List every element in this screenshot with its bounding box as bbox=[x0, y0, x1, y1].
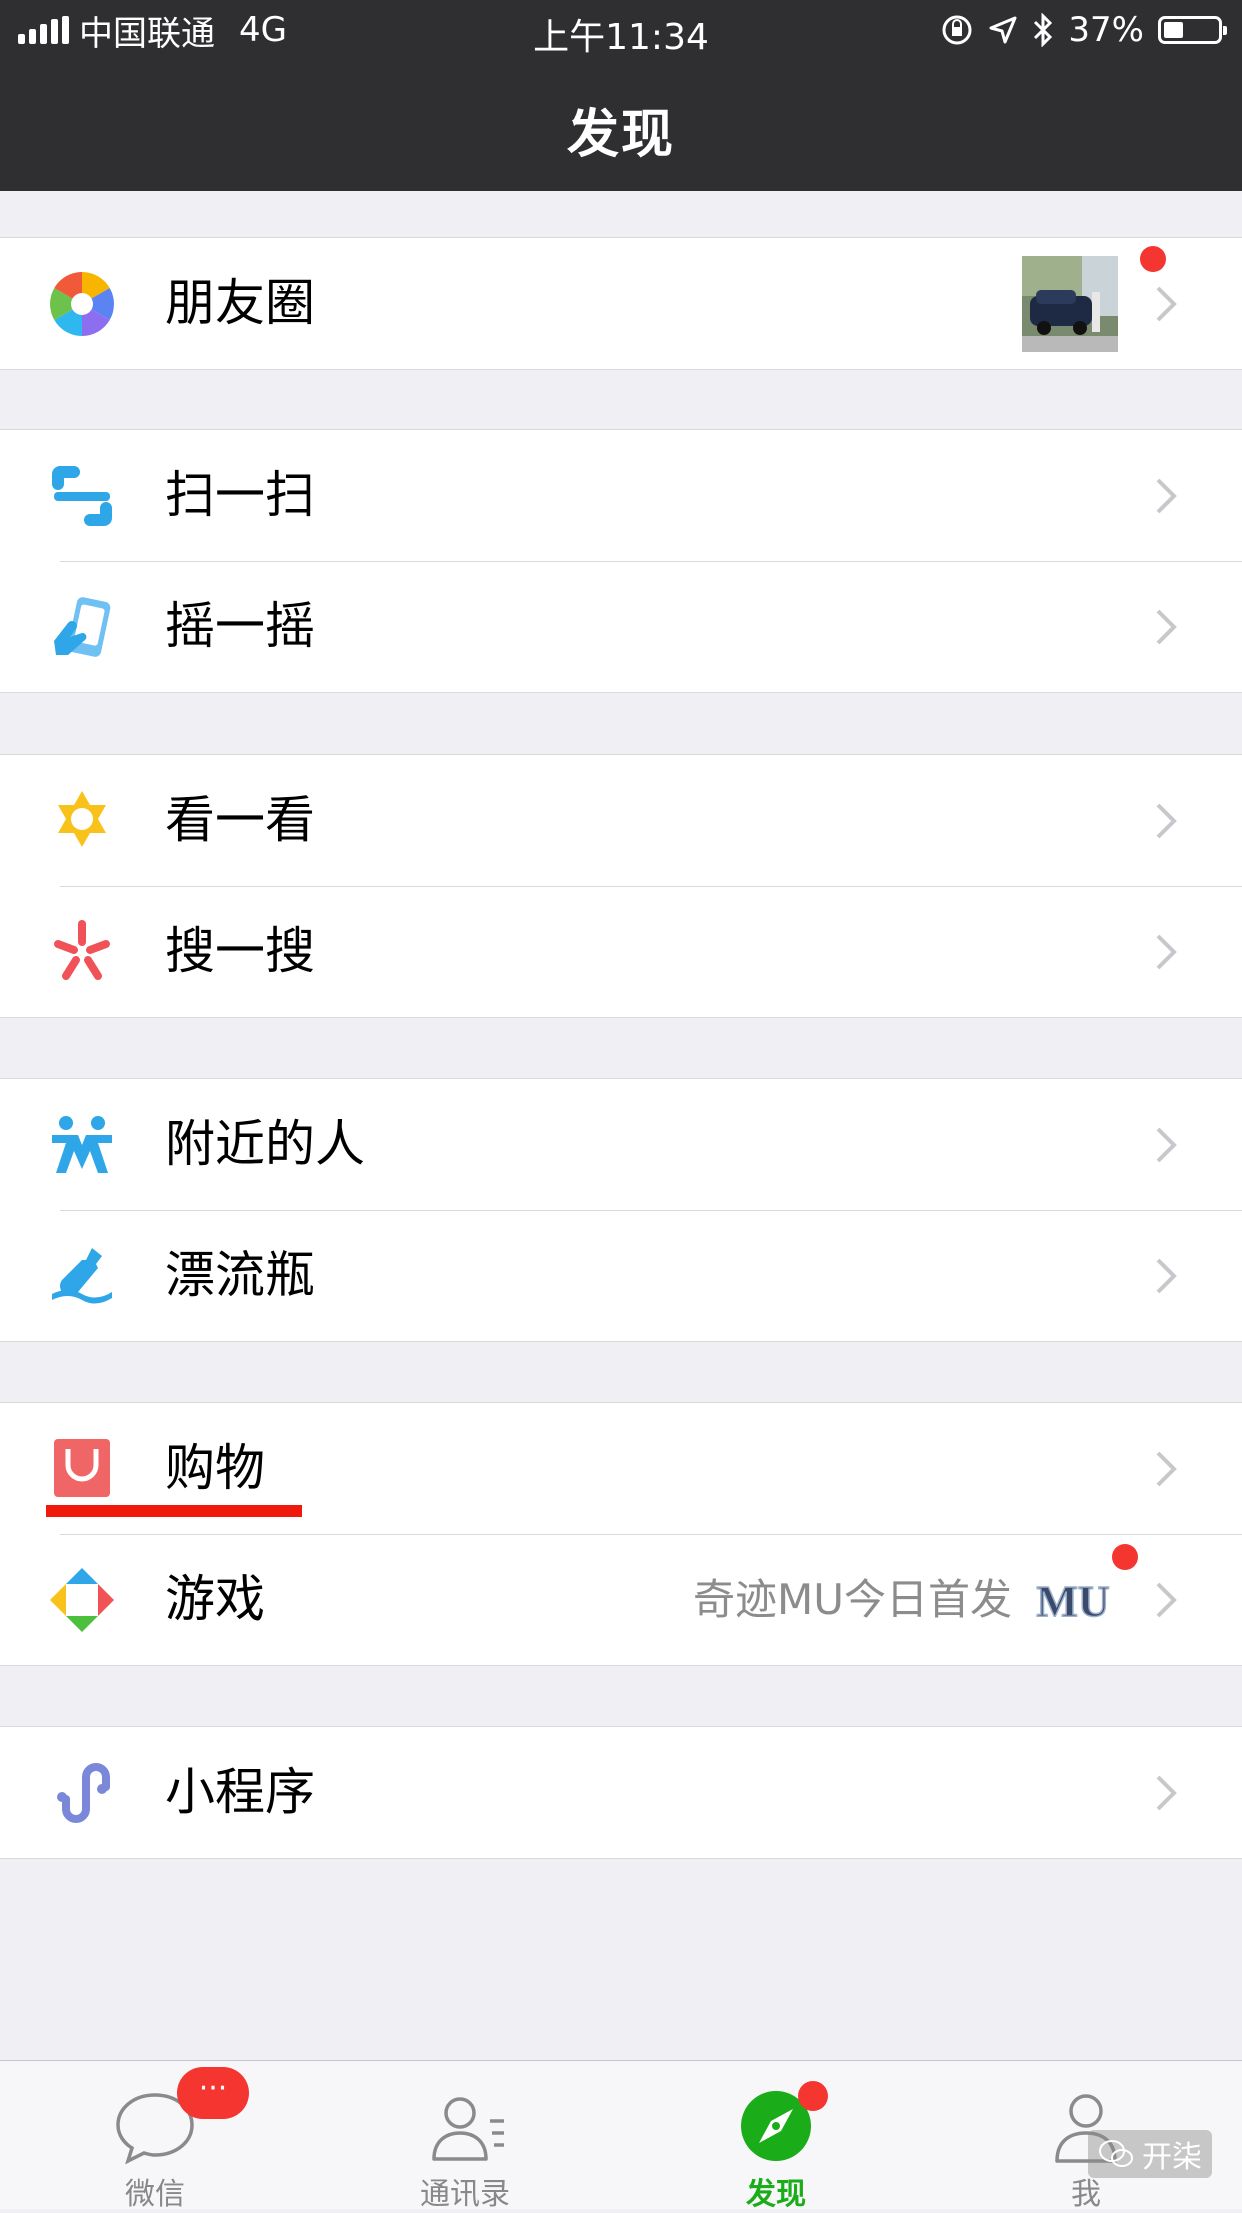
people-nearby-icon bbox=[52, 1116, 112, 1173]
tab-contacts[interactable]: 通讯录 bbox=[365, 2061, 565, 2212]
group-moments: 朋友圈 bbox=[0, 237, 1242, 370]
menu-item-label: 摇一摇 bbox=[165, 597, 315, 655]
mu-game-logo: MU bbox=[1030, 1572, 1116, 1628]
menu-item-search[interactable]: 搜一搜 bbox=[0, 886, 1242, 1017]
tab-chats[interactable]: 微信 ··· bbox=[55, 2061, 255, 2212]
menu-item-games[interactable]: 游戏 奇迹MU今日首发 MU bbox=[0, 1534, 1242, 1665]
location-arrow-icon bbox=[989, 16, 1017, 44]
menu-item-scan[interactable]: 扫一扫 bbox=[0, 430, 1242, 561]
shopping-highlight-underline bbox=[46, 1505, 302, 1517]
menu-item-label: 朋友圈 bbox=[165, 274, 315, 332]
menu-item-top-stories[interactable]: 看一看 bbox=[0, 755, 1242, 886]
chevron-right-icon bbox=[1156, 1775, 1177, 1811]
group-nearby-bottle: 附近的人 漂流瓶 bbox=[0, 1078, 1242, 1342]
group-scan-shake: 扫一扫 摇一摇 bbox=[0, 429, 1242, 693]
games-promo-text: 奇迹MU今日首发 bbox=[693, 1575, 1012, 1624]
wechat-logo-icon bbox=[1099, 2140, 1133, 2167]
menu-item-drift-bottle[interactable]: 漂流瓶 bbox=[0, 1210, 1242, 1341]
moments-aperture-icon bbox=[50, 272, 114, 336]
discover-new-badge bbox=[798, 2081, 828, 2111]
menu-item-shake[interactable]: 摇一摇 bbox=[0, 561, 1242, 692]
battery-percent: 37% bbox=[1068, 10, 1144, 50]
tab-discover[interactable]: 发现 bbox=[676, 2061, 876, 2212]
chevron-right-icon bbox=[1156, 934, 1177, 970]
tab-label: 微信 bbox=[125, 2177, 185, 2212]
menu-item-label: 游戏 bbox=[165, 1570, 265, 1628]
group-stories-search: 看一看 搜一搜 bbox=[0, 754, 1242, 1018]
rotation-lock-icon bbox=[942, 15, 972, 45]
tab-bar: 微信 ··· 通讯录 发现 我 bbox=[0, 2060, 1242, 2212]
chevron-right-icon bbox=[1156, 1451, 1177, 1487]
menu-item-moments[interactable]: 朋友圈 bbox=[0, 238, 1242, 369]
menu-item-label: 漂流瓶 bbox=[165, 1246, 315, 1304]
menu-item-label: 附近的人 bbox=[165, 1115, 365, 1173]
contacts-icon bbox=[432, 2097, 504, 2161]
drift-bottle-icon bbox=[52, 1248, 112, 1304]
chevron-right-icon bbox=[1156, 1127, 1177, 1163]
svg-text:MU: MU bbox=[1036, 1577, 1109, 1626]
watermark-text: 开柒 bbox=[1142, 2140, 1202, 2175]
menu-item-label: 看一看 bbox=[165, 791, 315, 849]
menu-item-label: 小程序 bbox=[165, 1763, 315, 1821]
group-mini-programs: 小程序 bbox=[0, 1726, 1242, 1859]
status-bar: 中国联通 4G 上午11:34 37% bbox=[0, 0, 1242, 60]
moments-thumbnail bbox=[1022, 256, 1118, 352]
chevron-right-icon bbox=[1156, 1582, 1177, 1618]
tab-label: 发现 bbox=[746, 2177, 806, 2212]
search-burst-icon bbox=[54, 920, 110, 980]
chevron-right-icon bbox=[1156, 1258, 1177, 1294]
unread-badge: ··· bbox=[177, 2067, 249, 2119]
bluetooth-icon bbox=[1034, 13, 1053, 47]
games-icon bbox=[50, 1568, 114, 1632]
menu-item-label: 扫一扫 bbox=[165, 466, 315, 524]
scan-icon bbox=[52, 466, 112, 526]
battery-icon bbox=[1158, 16, 1227, 44]
menu-item-label: 搜一搜 bbox=[165, 922, 315, 980]
chevron-right-icon bbox=[1156, 478, 1177, 514]
tab-label: 通讯录 bbox=[420, 2177, 510, 2212]
top-stories-icon bbox=[58, 791, 106, 847]
chevron-right-icon bbox=[1156, 286, 1177, 322]
chevron-right-icon bbox=[1156, 803, 1177, 839]
shopping-bag-icon bbox=[54, 1439, 110, 1497]
group-shopping-games: 购物 游戏 奇迹MU今日首发 MU bbox=[0, 1402, 1242, 1666]
new-moments-badge bbox=[1140, 246, 1166, 272]
navigation-bar: 发现 bbox=[0, 60, 1242, 191]
games-new-badge bbox=[1112, 1544, 1138, 1570]
menu-item-mini-programs[interactable]: 小程序 bbox=[0, 1727, 1242, 1858]
mini-programs-icon bbox=[57, 1763, 110, 1823]
account-watermark: 开柒 bbox=[1088, 2130, 1212, 2178]
page-title: 发现 bbox=[566, 105, 675, 165]
shake-phone-icon bbox=[54, 597, 111, 657]
chevron-right-icon bbox=[1156, 609, 1177, 645]
menu-item-people-nearby[interactable]: 附近的人 bbox=[0, 1079, 1242, 1210]
